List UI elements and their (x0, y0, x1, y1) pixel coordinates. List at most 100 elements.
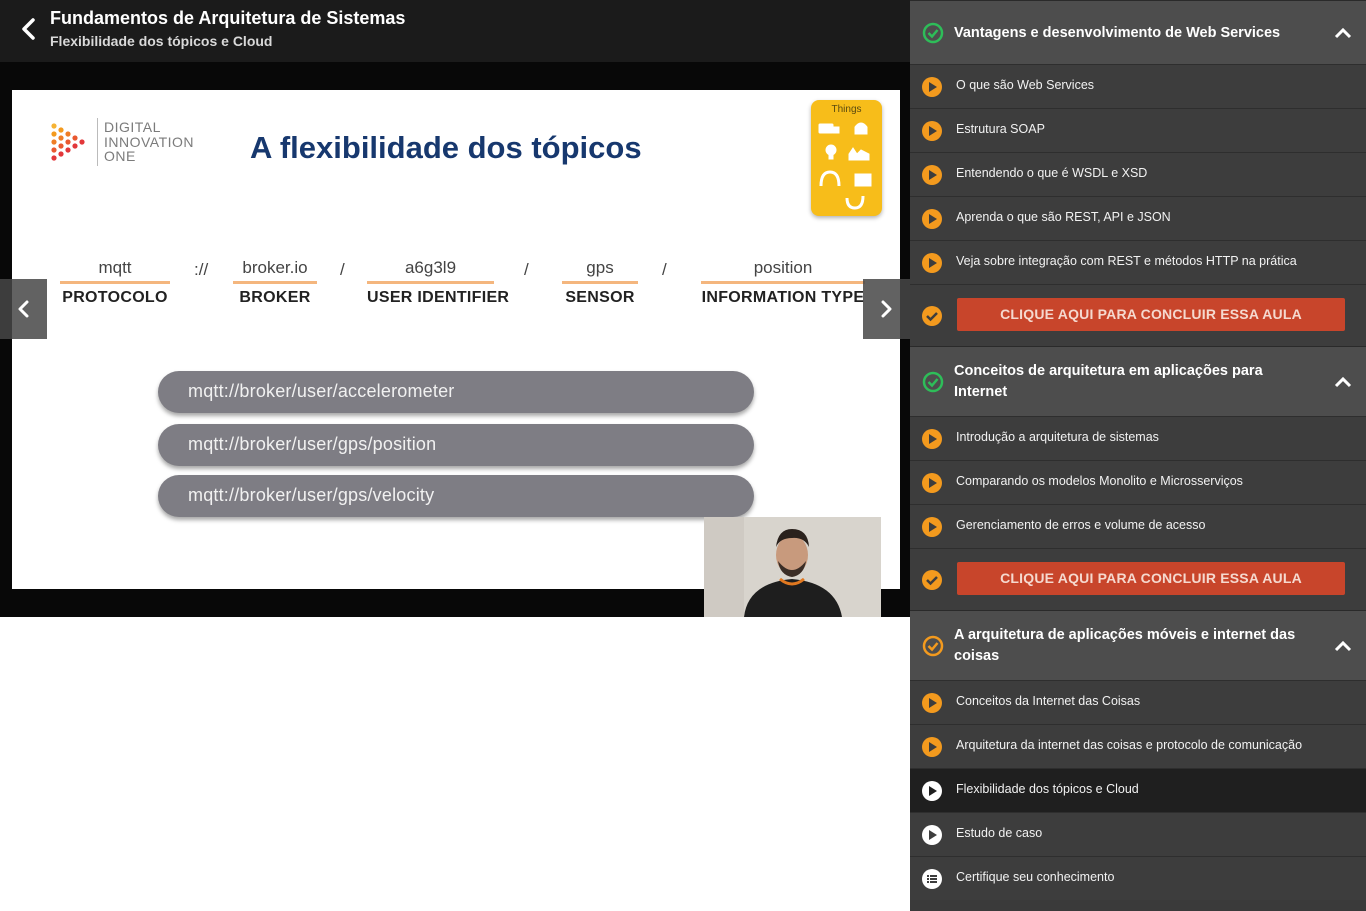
topic-underline (60, 281, 170, 284)
lesson-title: Conceitos da Internet das Coisas (956, 694, 1141, 708)
lesson-title: Estudo de caso (956, 826, 1043, 840)
lesson-item[interactable]: Veja sobre integração com REST e métodos… (910, 240, 1366, 284)
chevron-up-icon[interactable] (1332, 635, 1354, 657)
topic-part-value: gps (586, 258, 614, 277)
lesson-title: Comparando os modelos Monolito e Micross… (956, 474, 1243, 488)
module-title: Conceitos de arquitetura em aplicações p… (954, 363, 1263, 400)
conclude-row: CLIQUE AQUI PARA CONCLUIR ESSA AULA (910, 284, 1366, 346)
conclude-lesson-button[interactable]: CLIQUE AQUI PARA CONCLUIR ESSA AULA (957, 298, 1345, 331)
lesson-item[interactable]: Estrutura SOAP (910, 108, 1366, 152)
topic-part-value: position (753, 258, 813, 277)
topic-part-label: PROTOCOLO (62, 289, 168, 306)
stethoscope-icon (845, 195, 865, 210)
logo-dot (65, 147, 71, 153)
topic-part-sensor: gps SENSOR (562, 258, 638, 307)
lesson-title: Estrutura SOAP (956, 122, 1045, 136)
bell-icon (854, 122, 868, 135)
topic-part-broker: broker.io BROKER (233, 258, 317, 307)
lesson-title: Entendendo o que é WSDL e XSD (956, 166, 1148, 180)
check-circle-icon (922, 306, 942, 326)
logo-dot (58, 127, 64, 133)
conclude-row: CLIQUE AQUI PARA CONCLUIR ESSA AULA (910, 548, 1366, 610)
lesson-subtitle: Flexibilidade dos tópicos e Cloud (50, 33, 273, 49)
topic-part-information-type: position INFORMATION TYPE (701, 258, 865, 307)
lesson-title: Flexibilidade dos tópicos e Cloud (956, 782, 1139, 796)
logo-dot (72, 143, 78, 149)
slide-title: A flexibilidade dos tópicos (250, 130, 642, 165)
lesson-item[interactable]: Estudo de caso (910, 812, 1366, 856)
course-title: Fundamentos de Arquitetura de Sistemas (50, 8, 406, 28)
topic-underline (233, 281, 317, 284)
lesson-title: Certifique seu conhecimento (956, 870, 1115, 884)
topic-part-label: USER IDENTIFIER (367, 289, 510, 306)
module-title: A arquitetura de aplicações móveis e int… (954, 627, 1296, 664)
play-circle-icon (922, 429, 942, 449)
topic-path-pill: mqtt://broker/user/gps/position (158, 424, 754, 466)
lesson-item[interactable]: Arquitetura da internet das coisas e pro… (910, 724, 1366, 768)
lesson-item[interactable]: Gerenciamento de erros e volume de acess… (910, 504, 1366, 548)
chevron-up-icon[interactable] (1332, 22, 1354, 44)
module-header-web-services[interactable]: Vantagens e desenvolvimento de Web Servi… (910, 0, 1366, 64)
check-circle-icon (922, 570, 942, 590)
module-header-internet-architecture[interactable]: Conceitos de arquitetura em aplicações p… (910, 346, 1366, 416)
logo-dot (51, 155, 57, 161)
logo-dot (51, 139, 57, 145)
logo-dot (51, 147, 57, 153)
headphones-icon (819, 170, 841, 187)
play-circle-icon (922, 121, 942, 141)
lesson-item[interactable]: Introdução a arquitetura de sistemas (910, 416, 1366, 460)
building-icon (854, 173, 872, 187)
conclude-lesson-button[interactable]: CLIQUE AQUI PARA CONCLUIR ESSA AULA (957, 562, 1345, 595)
bulb-base-icon (828, 154, 834, 160)
topic-separator: / (662, 260, 667, 279)
lesson-item[interactable]: Conceitos da Internet das Coisas (910, 680, 1366, 724)
logo-dot (65, 131, 71, 137)
topic-part-protocol: mqtt PROTOCOLO (60, 258, 170, 307)
topic-part-user-identifier: a6g3l9 USER IDENTIFIER (367, 258, 510, 307)
topic-path-pill: mqtt://broker/user/gps/velocity (158, 475, 754, 517)
play-circle-icon (922, 737, 942, 757)
lesson-item[interactable]: Comparando os modelos Monolito e Micross… (910, 460, 1366, 504)
topic-underline (367, 281, 494, 284)
play-circle-icon (922, 253, 942, 273)
play-circle-icon (922, 781, 942, 801)
truck-cab-icon (832, 126, 840, 134)
logo-text: DIGITAL INNOVATION ONE (104, 119, 195, 164)
logo-dot (65, 139, 71, 145)
check-circle-icon (922, 371, 944, 393)
next-lesson-button[interactable] (863, 279, 910, 339)
lesson-item[interactable]: O que são Web Services (910, 64, 1366, 108)
play-circle-icon (922, 209, 942, 229)
module-header-mobile-iot[interactable]: A arquitetura de aplicações móveis e int… (910, 610, 1366, 680)
topic-separator: / (340, 260, 345, 279)
truck-icon (818, 123, 834, 134)
chevron-left-icon (18, 300, 29, 318)
previous-lesson-button[interactable] (0, 279, 47, 339)
back-arrow-icon[interactable] (14, 14, 44, 44)
lesson-title: Gerenciamento de erros e volume de acess… (956, 518, 1206, 532)
topic-separator: :// (194, 260, 209, 279)
video-player[interactable]: DIGITAL INNOVATION ONE A flexibilidade d… (0, 62, 910, 617)
topic-part-label: INFORMATION TYPE (701, 289, 865, 306)
chevron-up-icon[interactable] (1332, 371, 1354, 393)
topic-part-value: broker.io (242, 258, 308, 277)
logo-divider (97, 118, 98, 166)
lesson-title: Veja sobre integração com REST e métodos… (956, 254, 1297, 268)
topic-underline (701, 281, 865, 284)
logo-dot (58, 143, 64, 149)
topic-path-pill: mqtt://broker/user/accelerometer (158, 371, 754, 413)
topic-part-label: SENSOR (565, 289, 635, 306)
logo-dot (58, 151, 64, 157)
instructor-webcam (704, 517, 881, 617)
topic-separator: / (524, 260, 529, 279)
lesson-item[interactable]: Certifique seu conhecimento (910, 856, 1366, 900)
lesson-item[interactable]: Aprenda o que são REST, API e JSON (910, 196, 1366, 240)
things-card: Things (811, 100, 882, 216)
lesson-item-current[interactable]: Flexibilidade dos tópicos e Cloud (910, 768, 1366, 812)
check-circle-icon (922, 22, 944, 44)
lesson-item[interactable]: Entendendo o que é WSDL e XSD (910, 152, 1366, 196)
chevron-right-icon (881, 300, 892, 318)
play-circle-icon (922, 517, 942, 537)
instructor-figure (704, 517, 881, 617)
topic-underline (562, 281, 638, 284)
